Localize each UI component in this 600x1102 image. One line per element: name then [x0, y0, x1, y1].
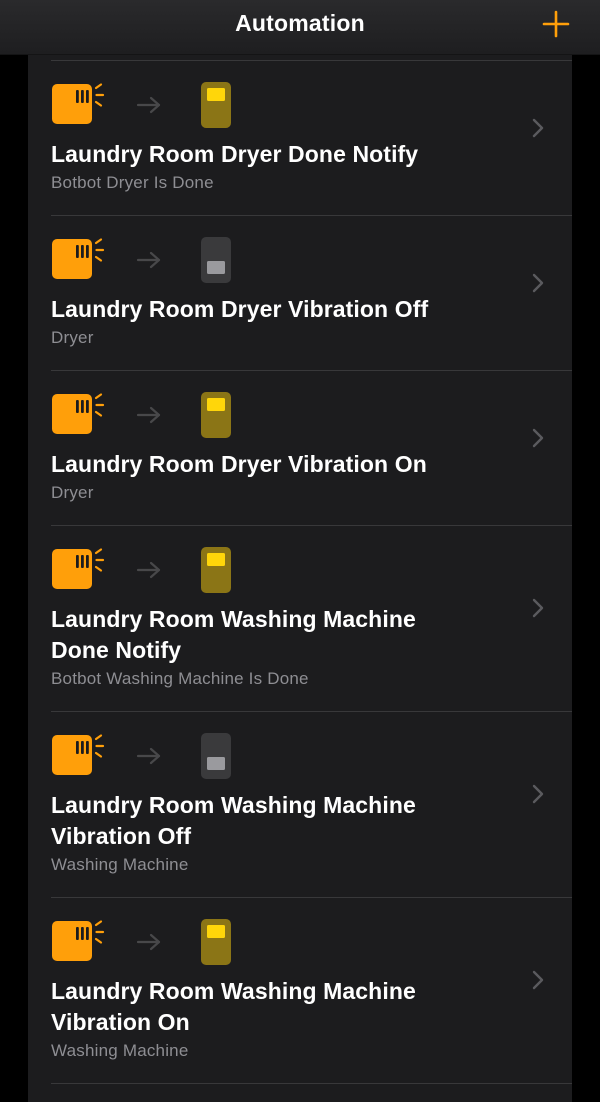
- automation-title: Laundry Room Dryer Vibration On: [51, 451, 427, 477]
- arrow-right-icon: [136, 933, 161, 951]
- automation-subtitle: Dryer: [51, 328, 94, 347]
- automation-row[interactable]: Laundry Room Dryer Done Notify Botbot Dry…: [28, 61, 572, 216]
- automation-title: Laundry Room Washing Machine: [51, 792, 416, 818]
- automation-title: Laundry Room Washing Machine: [51, 606, 416, 632]
- chevron-right-icon: [532, 598, 544, 618]
- chevron-right-icon: [532, 970, 544, 990]
- automation-row[interactable]: Laundry Room Washing Machine Vibration On…: [28, 898, 572, 1084]
- automation-subtitle: Botbot Washing Machine Is Done: [51, 669, 309, 688]
- automation-row[interactable]: Laundry Room Washing Machine Done Notify B…: [28, 526, 572, 712]
- automation-title: Vibration Off: [51, 823, 192, 849]
- arrow-right-icon: [136, 96, 161, 114]
- automation-title: Laundry Room Dryer Done Notify: [51, 141, 419, 167]
- automation-subtitle: Botbot Dryer Is Done: [51, 173, 214, 192]
- automation-title: Laundry Room Dryer Vibration Off: [51, 296, 429, 322]
- chevron-right-icon: [532, 118, 544, 138]
- arrow-right-icon: [136, 561, 161, 579]
- chevron-right-icon: [532, 428, 544, 448]
- arrow-right-icon: [136, 251, 161, 269]
- vibration-sensor-icon: [52, 393, 105, 434]
- switch-on-icon: [201, 82, 231, 128]
- vibration-sensor-icon: [52, 238, 105, 279]
- navigation-bar: Automation: [0, 0, 600, 55]
- add-automation-button[interactable]: [542, 10, 570, 38]
- switch-on-icon: [201, 547, 231, 593]
- automation-row[interactable]: Laundry Room Washing Machine Vibration Of…: [28, 712, 572, 898]
- vibration-sensor-icon: [52, 548, 105, 589]
- automation-subtitle: Dryer: [51, 483, 94, 502]
- page-title: Automation: [235, 10, 365, 36]
- row-divider: [51, 1083, 572, 1084]
- switch-on-icon: [201, 392, 231, 438]
- switch-off-icon: [201, 237, 231, 283]
- arrow-right-icon: [136, 747, 161, 765]
- chevron-right-icon: [532, 784, 544, 804]
- vibration-sensor-icon: [52, 734, 105, 775]
- plus-icon: [542, 10, 570, 38]
- automation-title: Vibration On: [51, 1009, 190, 1035]
- vibration-sensor-icon: [52, 920, 105, 961]
- automation-row[interactable]: Laundry Room Dryer Vibration On Dryer: [28, 371, 572, 526]
- switch-off-icon: [201, 733, 231, 779]
- automation-title: Laundry Room Washing Machine: [51, 978, 416, 1004]
- automation-subtitle: Washing Machine: [51, 1041, 189, 1060]
- vibration-sensor-icon: [52, 83, 105, 124]
- switch-on-icon: [201, 919, 231, 965]
- automation-title: Done Notify: [51, 637, 182, 663]
- automation-row[interactable]: Laundry Room Dryer Vibration Off Dryer: [28, 216, 572, 371]
- arrow-right-icon: [136, 406, 161, 424]
- chevron-right-icon: [532, 273, 544, 293]
- automation-list: Laundry Room Dryer Done Notify Botbot Dry…: [28, 54, 572, 1102]
- automation-subtitle: Washing Machine: [51, 855, 189, 874]
